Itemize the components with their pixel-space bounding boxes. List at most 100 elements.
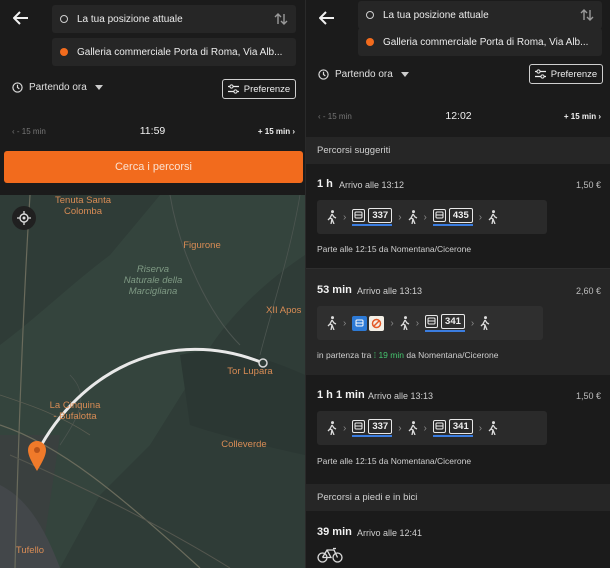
sliders-icon: [227, 84, 239, 94]
back-arrow-icon[interactable]: [10, 8, 32, 28]
depart-selector[interactable]: Partendo ora: [12, 82, 109, 93]
walk-icon: [400, 316, 409, 330]
bus-line-number: 435: [448, 208, 473, 223]
route-price: 1,50 €: [575, 180, 601, 190]
origin-dot-icon: [60, 15, 68, 23]
route-arrival: Arrivo alle 13:12: [339, 180, 405, 190]
route-departure-info: in partenza tra ⁞ 19 min da Nomentana/Ci…: [317, 350, 498, 360]
preferences-button[interactable]: Preferenze: [529, 64, 603, 84]
route-price: 1,50 €: [575, 391, 601, 401]
bicycle-icon: [317, 547, 343, 563]
route-legs: › › › 341 ›: [317, 306, 543, 340]
route-card[interactable]: 1 h Arrivo alle 13:12 1,50 € › 337 › › 4…: [306, 164, 610, 268]
map-view[interactable]: Tenuta Santa Colomba Figurone Riserva Na…: [0, 195, 305, 568]
swap-icon[interactable]: [580, 8, 594, 25]
preferences-button[interactable]: Preferenze: [222, 79, 296, 99]
map-label-tenuta: Tenuta Santa Colomba: [55, 195, 111, 217]
swap-icon[interactable]: [274, 12, 288, 29]
map-label-cinquina: La Cinquina - Bufalotta: [49, 400, 101, 422]
walk-icon: [408, 421, 417, 435]
walk-icon: [488, 421, 498, 435]
time-plus-label: + 15 min: [563, 111, 597, 121]
ticket-provider-icon: [369, 315, 385, 331]
origin-field[interactable]: La tua posizione attuale: [52, 5, 296, 33]
crosshair-icon: [17, 211, 31, 225]
walk-bike-header: Percorsi a piedi e in bici: [306, 484, 610, 511]
bus-line-number: 341: [441, 314, 465, 329]
bus-filled-icon: [352, 315, 368, 331]
route-price: 2,60 €: [575, 286, 601, 296]
preferences-label: Preferenze: [550, 68, 598, 80]
destination-text: Galleria commerciale Porta di Roma, Via …: [77, 46, 283, 58]
origin-text: La tua posizione attuale: [383, 9, 489, 21]
live-eta: ⁞ 19 min: [373, 350, 404, 360]
time-plus-label: + 15 min: [257, 126, 291, 136]
back-arrow-icon[interactable]: [316, 8, 338, 28]
sliders-icon: [534, 69, 546, 79]
bus-leg: 337: [352, 208, 393, 226]
walk-icon: [327, 210, 337, 224]
route-card[interactable]: 53 min Arrivo alle 13:13 2,60 € › › › 34…: [306, 269, 610, 375]
route-card[interactable]: 1 h 1 min Arrivo alle 13:13 1,50 € › 337…: [306, 375, 610, 479]
time-bar: ‹ - 15 min 12:02 + 15 min ›: [306, 102, 610, 130]
route-duration: 1 h 1 min: [317, 389, 365, 401]
map-canvas: [0, 195, 305, 568]
bus-icon: [425, 315, 439, 328]
origin-dot-icon: [366, 11, 374, 19]
chevron-down-icon: [94, 85, 103, 90]
time-plus-button[interactable]: + 15 min ›: [564, 112, 601, 121]
time-bar: ‹ - 15 min 11:59 + 15 min ›: [0, 117, 305, 145]
left-screen: La tua posizione attuale Galleria commer…: [0, 0, 305, 568]
search-routes-button[interactable]: Cerca i percorsi: [4, 151, 303, 183]
bus-leg: 435: [432, 208, 473, 226]
route-arrival: Arrivo alle 13:13: [368, 391, 434, 401]
origin-field[interactable]: La tua posizione attuale: [358, 1, 602, 29]
bus-icon: [352, 209, 366, 222]
map-label-tufello: Tufello: [15, 545, 45, 556]
map-label-tor-lupara: Tor Lupara: [227, 366, 273, 377]
route-departure-info: Parte alle 12:15 da Nomentana/Cicerone: [317, 456, 472, 466]
right-screen: La tua posizione attuale Galleria commer…: [305, 0, 610, 568]
bus-leg: 341: [432, 419, 473, 437]
route-departure-info: Parte alle 12:15 da Nomentana/Cicerone: [317, 244, 472, 254]
time-plus-button[interactable]: + 15 min ›: [258, 127, 295, 136]
depart-label: Partendo ora: [335, 69, 393, 80]
bus-line-number: 337: [368, 419, 393, 434]
walk-icon: [408, 210, 417, 224]
suggested-routes-header: Percorsi suggeriti: [306, 137, 610, 164]
walk-icon: [327, 421, 337, 435]
origin-text: La tua posizione attuale: [77, 13, 183, 25]
walk-icon: [480, 316, 490, 330]
route-arrival: Arrivo alle 13:13: [357, 286, 423, 296]
destination-dot-icon: [366, 38, 374, 46]
destination-field[interactable]: Galleria commerciale Porta di Roma, Via …: [52, 38, 296, 66]
map-label-figurone: Figurone: [183, 240, 221, 251]
live-eta-value: 19 min: [378, 350, 404, 360]
destination-text: Galleria commerciale Porta di Roma, Via …: [383, 36, 589, 48]
depart-label: Partendo ora: [29, 82, 87, 93]
locate-me-button[interactable]: [12, 206, 36, 230]
depart-selector[interactable]: Partendo ora: [318, 69, 415, 80]
bus-icon: [352, 420, 366, 433]
walk-icon: [327, 316, 337, 330]
destination-field[interactable]: Galleria commerciale Porta di Roma, Via …: [358, 28, 602, 56]
info-prefix: in partenza tra: [317, 350, 372, 360]
map-label-xii: XII Apos: [266, 305, 302, 316]
bus-leg: 337: [352, 419, 393, 437]
walk-icon: [488, 210, 498, 224]
preferences-label: Preferenze: [243, 83, 291, 95]
map-label-riserva: Riserva Naturale della Marciglianа: [123, 264, 183, 297]
bus-leg: 341: [425, 314, 465, 332]
bus-line-number: 341: [448, 419, 473, 434]
walk-arrival: Arrivo alle 12:41: [357, 528, 423, 538]
walk-duration: 39 min: [317, 526, 352, 538]
route-duration: 53 min: [317, 284, 352, 296]
map-label-colleverde: Colleverde: [221, 439, 267, 450]
walk-route-card[interactable]: 39 min Arrivo alle 12:41: [306, 511, 610, 568]
route-legs: › 337 › › 341 ›: [317, 411, 547, 445]
bus-icon: [432, 420, 446, 433]
chevron-down-icon: [400, 72, 409, 77]
bus-icon: [432, 209, 446, 222]
route-legs: › 337 › › 435 ›: [317, 200, 547, 234]
info-suffix: da Nomentana/Cicerone: [406, 350, 499, 360]
